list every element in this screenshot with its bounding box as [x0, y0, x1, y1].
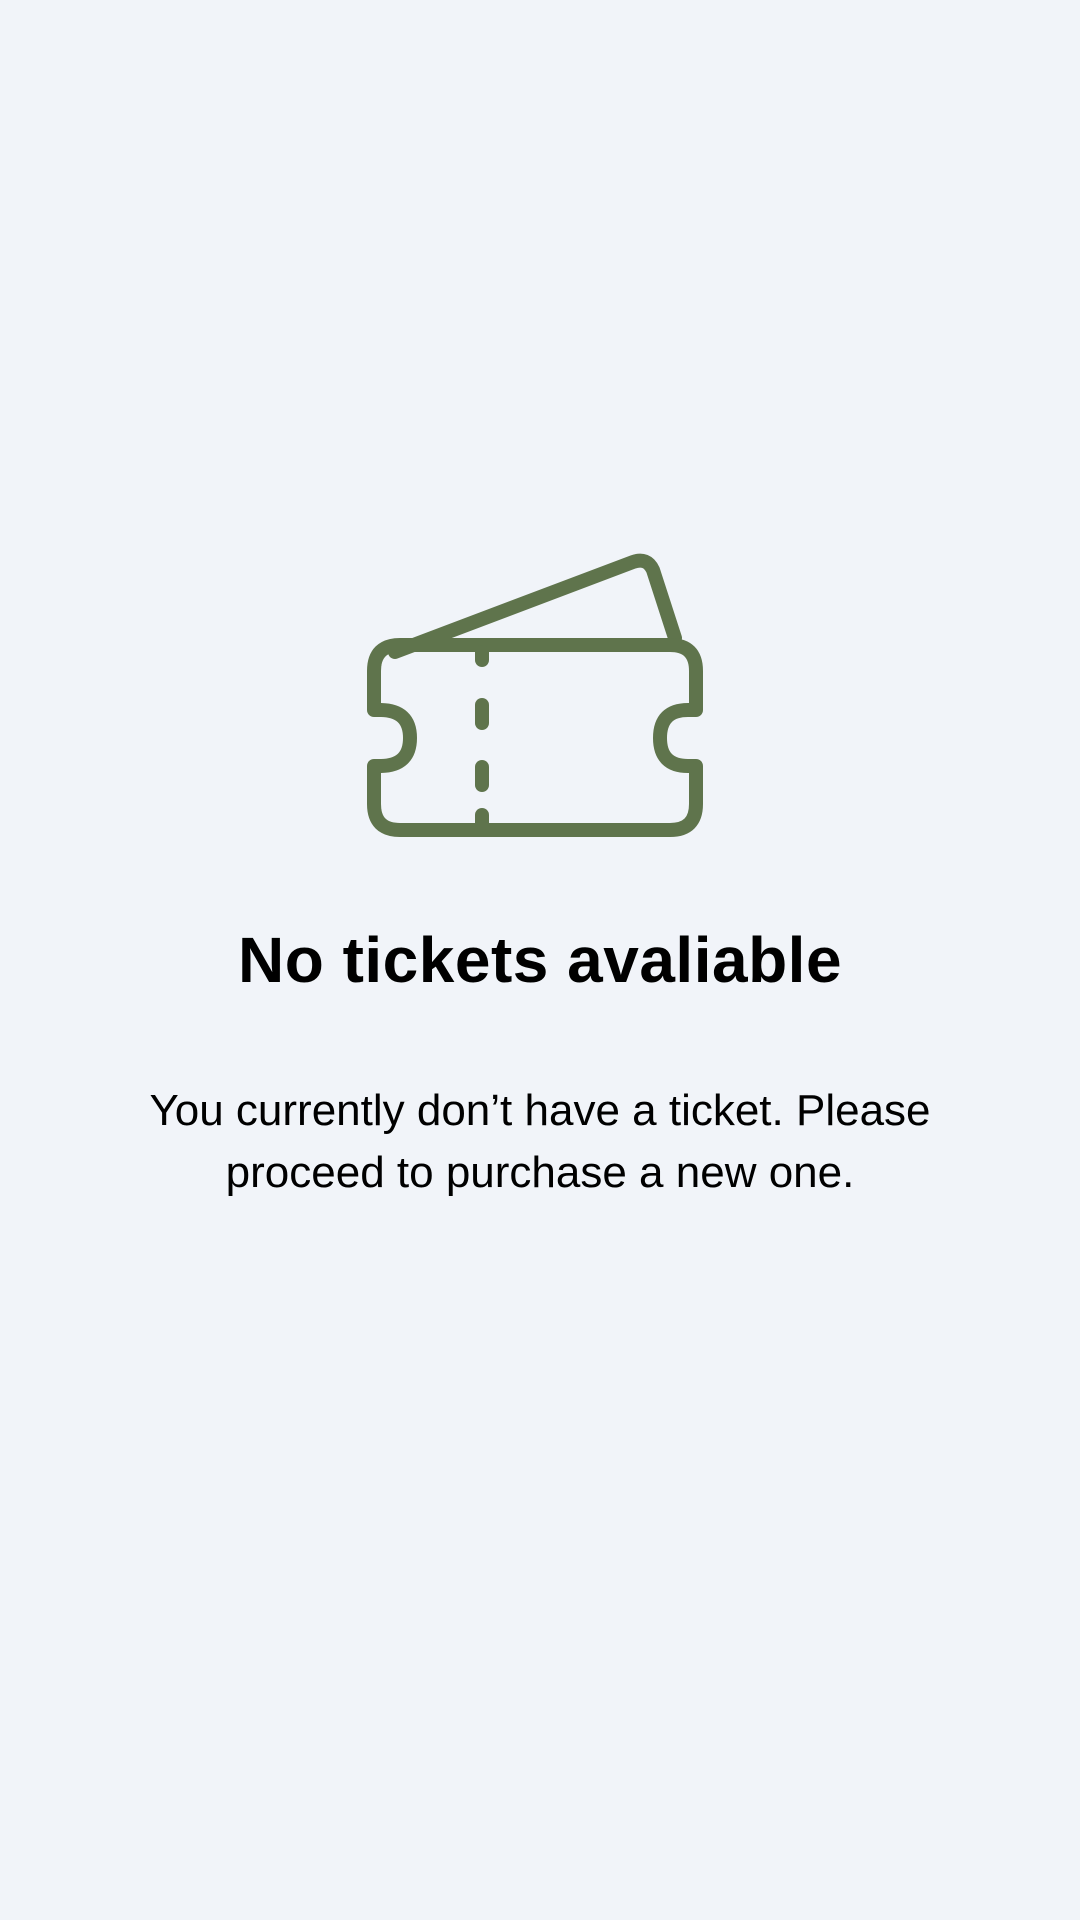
empty-state: No tickets avaliable You currently don’t…: [0, 550, 1080, 1204]
ticket-icon: [355, 550, 725, 860]
empty-state-title: No tickets avaliable: [237, 924, 843, 996]
empty-state-message: You currently don’t have a ticket. Pleas…: [149, 1086, 931, 1198]
screen: No tickets avaliable You currently don’t…: [0, 0, 1080, 1920]
